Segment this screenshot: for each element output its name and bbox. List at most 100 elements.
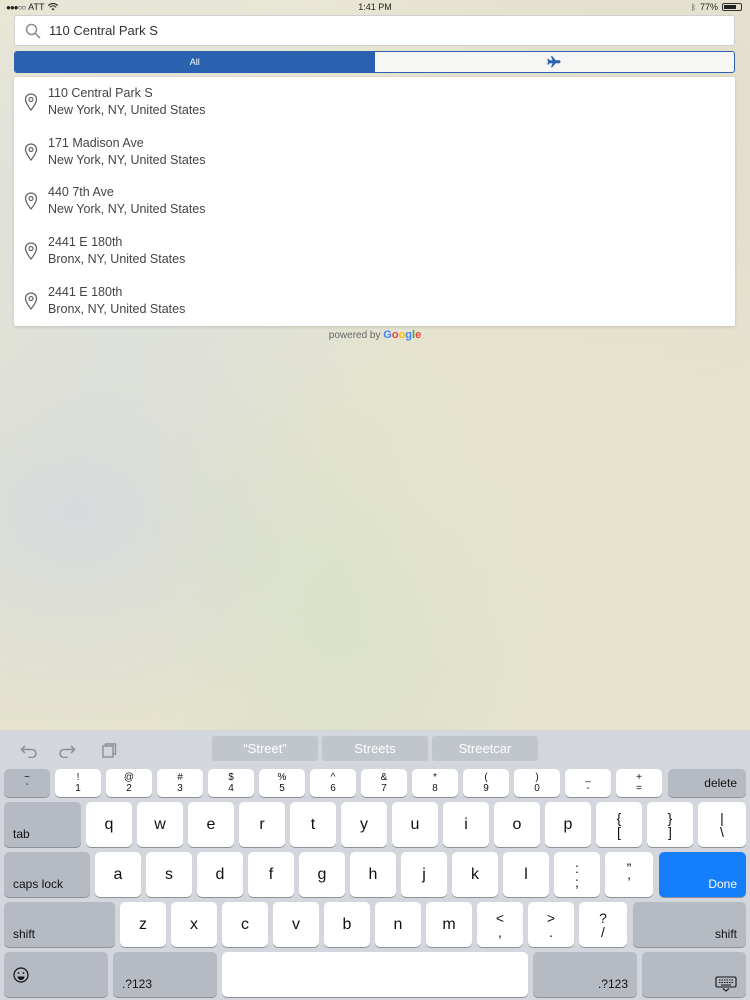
key-top: :: [575, 859, 579, 876]
key-2[interactable]: @2: [106, 769, 152, 797]
key-u[interactable]: u: [392, 802, 438, 847]
key-semicolon[interactable]: :;: [554, 852, 600, 897]
key-top: <: [495, 909, 505, 926]
key-a[interactable]: a: [95, 852, 141, 897]
key-5[interactable]: % 5: [259, 769, 305, 797]
key-slash[interactable]: ? /: [579, 902, 627, 947]
google-attribution: powered by Google: [0, 329, 750, 341]
key-bottom: ;: [575, 873, 579, 890]
result-item[interactable]: 2441 E 180th Bronx, NY, United States: [14, 276, 735, 326]
shift-key-left[interactable]: shift: [4, 902, 115, 947]
key-8[interactable]: * 8: [412, 769, 458, 797]
key-bottom: .: [549, 923, 553, 940]
search-input[interactable]: [49, 23, 734, 38]
numbers-key-left[interactable]: .?123: [113, 952, 217, 997]
key-n[interactable]: n: [375, 902, 421, 947]
result-item[interactable]: 171 Madison Ave New York, NY, United Sta…: [14, 127, 735, 177]
key-x[interactable]: x: [171, 902, 217, 947]
key-p[interactable]: p: [545, 802, 591, 847]
key-w[interactable]: w: [137, 802, 183, 847]
battery-percent: 77%: [699, 2, 718, 12]
caps-lock-key[interactable]: caps lock: [4, 852, 90, 897]
suggestion-item[interactable]: Streets: [322, 736, 428, 761]
key-minus[interactable]: _ -: [565, 769, 611, 797]
key-bracket-left[interactable]: {[: [596, 802, 642, 847]
key-d[interactable]: d: [197, 852, 243, 897]
key-backtick[interactable]: ~ `: [4, 769, 50, 797]
key-bottom: 9: [483, 783, 489, 794]
undo-icon[interactable]: [20, 742, 38, 758]
redo-icon[interactable]: [58, 742, 76, 758]
key-bottom: 8: [432, 783, 438, 794]
key-bottom: 5: [279, 783, 285, 794]
key-j[interactable]: j: [401, 852, 447, 897]
key-h[interactable]: h: [350, 852, 396, 897]
key-0[interactable]: ) 0: [514, 769, 560, 797]
paste-icon[interactable]: [99, 742, 117, 758]
key-backslash[interactable]: | \: [698, 802, 746, 847]
key-1[interactable]: ! 1: [55, 769, 101, 797]
key-bottom: 0: [534, 783, 540, 794]
tab-all-label: All: [189, 57, 200, 67]
key-top: &: [380, 772, 388, 783]
search-icon: [25, 23, 41, 38]
tab-airports[interactable]: [375, 52, 735, 72]
key-r[interactable]: r: [239, 802, 285, 847]
key-i[interactable]: i: [443, 802, 489, 847]
key-bracket-right[interactable]: }]: [647, 802, 693, 847]
key-t[interactable]: t: [290, 802, 336, 847]
result-item[interactable]: 110 Central Park S New York, NY, United …: [14, 77, 735, 127]
key-comma[interactable]: <,: [477, 902, 523, 947]
key-y[interactable]: y: [341, 802, 387, 847]
key-quote[interactable]: ”’: [605, 852, 653, 897]
search-bar[interactable]: [14, 15, 735, 46]
key-bottom: 2: [126, 783, 132, 794]
google-logo: Google: [383, 329, 422, 341]
key-g[interactable]: g: [299, 852, 345, 897]
battery-fill: [724, 5, 737, 9]
done-key[interactable]: Done: [659, 852, 746, 897]
suggestion-item[interactable]: Streetcar: [432, 736, 538, 761]
key-z[interactable]: z: [120, 902, 166, 947]
key-bottom: /: [601, 923, 605, 940]
tab-key[interactable]: tab: [4, 802, 81, 847]
suggestion-item[interactable]: “Street”: [212, 736, 318, 761]
key-top: >: [546, 909, 556, 926]
key-4[interactable]: $4: [208, 769, 254, 797]
result-item[interactable]: 440 7th Ave New York, NY, United States: [14, 177, 735, 227]
key-c[interactable]: c: [222, 902, 268, 947]
key-top: +: [636, 772, 642, 783]
location-pin-icon: [24, 143, 38, 161]
result-locality: New York, NY, United States: [48, 152, 206, 167]
attribution-prefix: powered by: [328, 330, 381, 341]
key-equals[interactable]: + =: [616, 769, 662, 797]
key-b[interactable]: b: [324, 902, 370, 947]
key-bottom: ’: [627, 873, 631, 890]
space-key[interactable]: [222, 952, 528, 997]
key-s[interactable]: s: [146, 852, 192, 897]
result-text: 440 7th Ave New York, NY, United States: [48, 184, 206, 218]
key-7[interactable]: & 7: [361, 769, 407, 797]
key-top: @: [123, 772, 135, 783]
key-e[interactable]: e: [188, 802, 234, 847]
key-9[interactable]: (9: [463, 769, 509, 797]
emoji-key[interactable]: [4, 952, 108, 997]
key-m[interactable]: m: [426, 902, 472, 947]
key-k[interactable]: k: [452, 852, 498, 897]
key-6[interactable]: ^ 6: [310, 769, 356, 797]
key-3[interactable]: #3: [157, 769, 203, 797]
key-period[interactable]: >.: [528, 902, 574, 947]
tab-all[interactable]: All: [15, 52, 375, 72]
dismiss-keyboard-key[interactable]: [642, 952, 746, 997]
key-top: _: [585, 772, 591, 783]
result-item[interactable]: 2441 E 180th Bronx, NY, United States: [14, 226, 735, 276]
key-v[interactable]: v: [273, 902, 319, 947]
numbers-key-right[interactable]: .?123: [533, 952, 637, 997]
key-top: ?: [599, 909, 607, 926]
key-f[interactable]: f: [248, 852, 294, 897]
delete-key[interactable]: delete: [668, 769, 746, 797]
key-q[interactable]: q: [86, 802, 132, 847]
key-l[interactable]: l: [503, 852, 549, 897]
shift-key-right[interactable]: shift: [633, 902, 746, 947]
key-o[interactable]: o: [494, 802, 540, 847]
